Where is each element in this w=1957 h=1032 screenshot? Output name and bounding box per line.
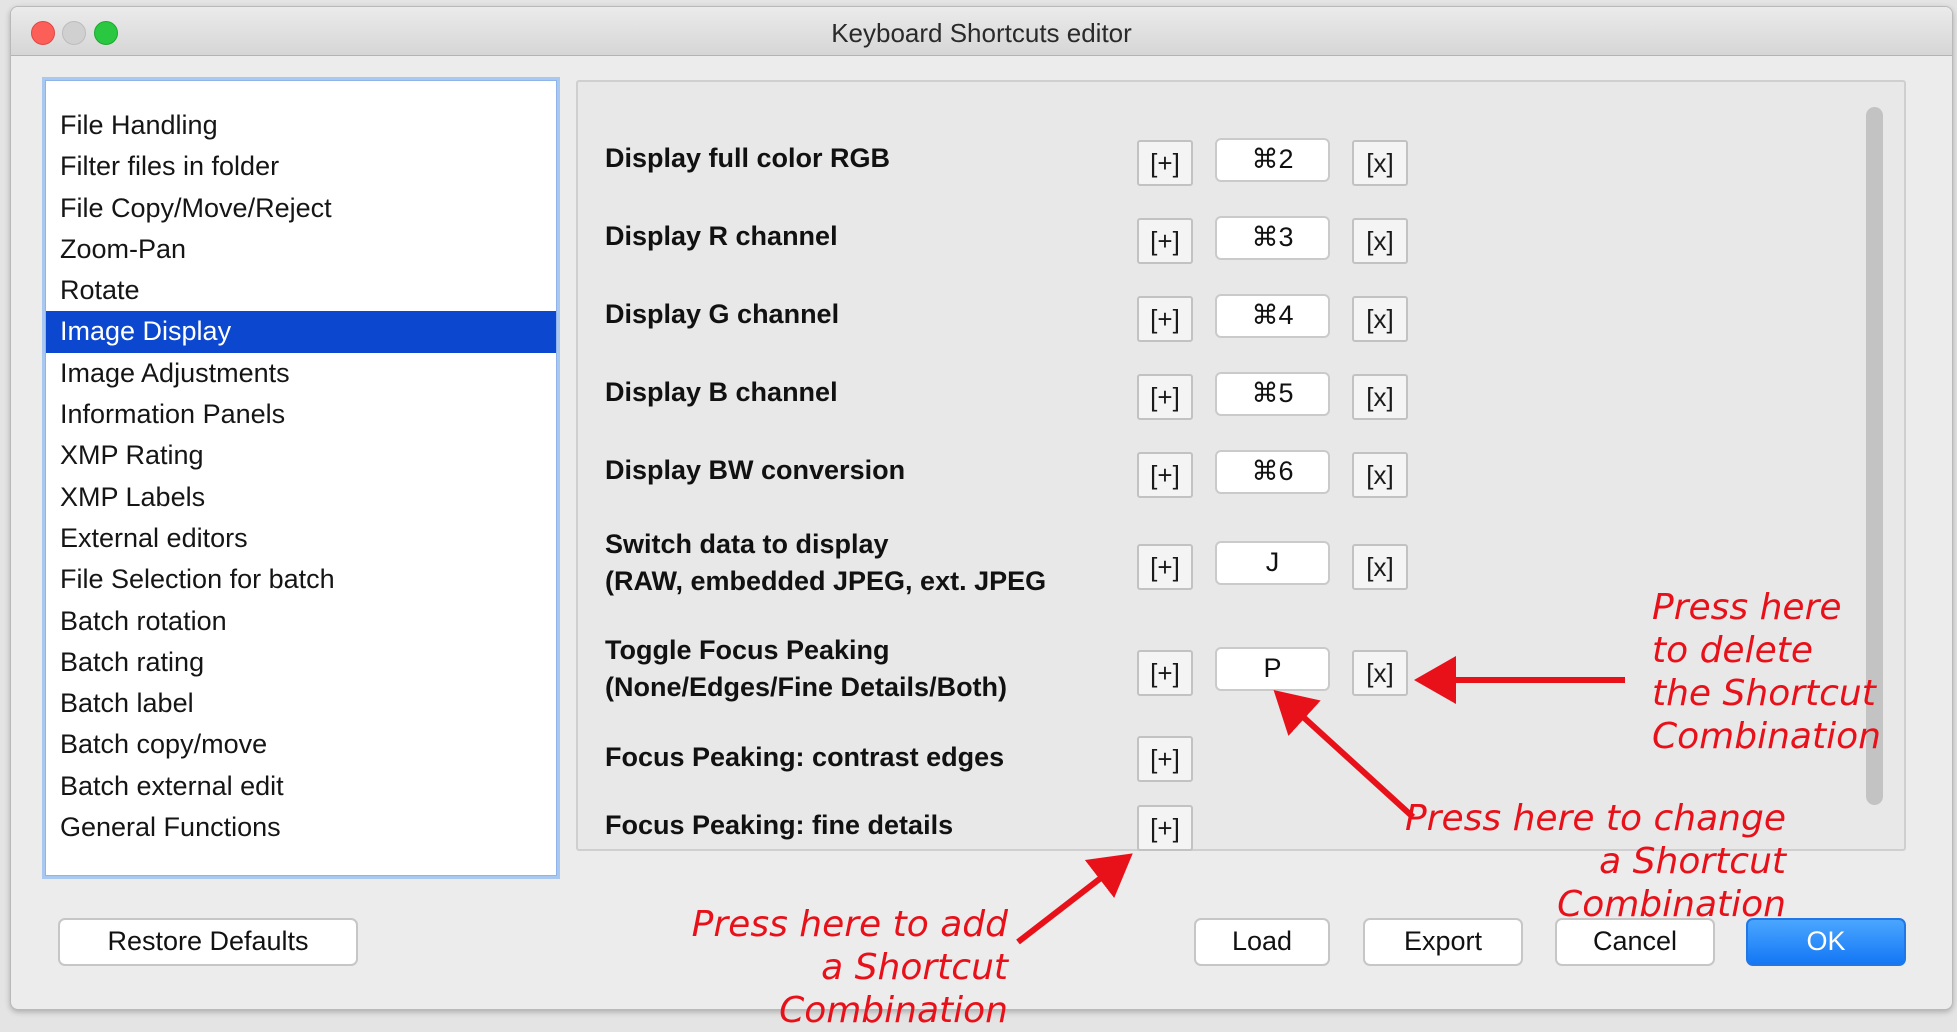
annotation-line: to delete: [1652, 630, 1813, 671]
annotation-line: Press here: [1652, 587, 1842, 628]
annotation-line: a Shortcut Combination: [1557, 841, 1786, 925]
annotation-line: the Shortcut: [1652, 673, 1876, 714]
annotation-line: Combination: [1652, 716, 1881, 757]
arrow-to-add: [1016, 853, 1133, 945]
annotation-delete: Press here to delete the Shortcut Combin…: [1652, 586, 1881, 758]
annotation-line: Press here to change: [1404, 798, 1786, 839]
annotation-line: a Shortcut Combination: [779, 947, 1008, 1031]
annotation-change: Press here to change a Shortcut Combinat…: [1380, 797, 1786, 926]
annotation-line: Press here to add: [691, 904, 1008, 945]
